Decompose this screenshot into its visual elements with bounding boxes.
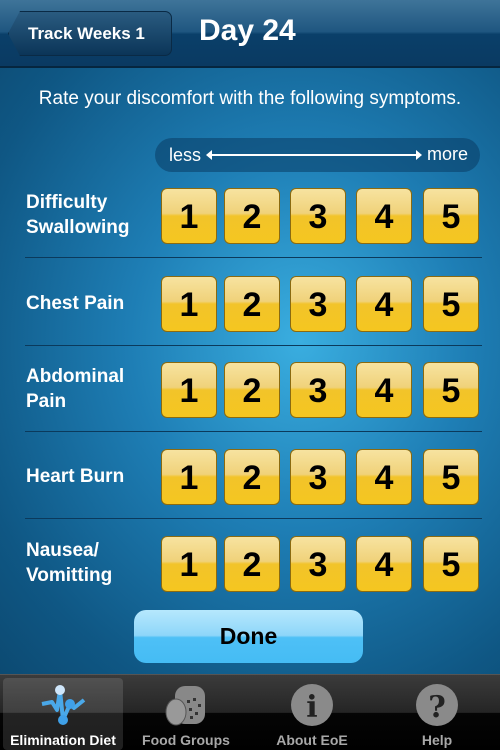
rating-button-4[interactable]: 4	[356, 449, 412, 505]
symptom-label: Difficulty Swallowing	[26, 192, 130, 238]
rating-button-5[interactable]: 5	[423, 536, 479, 592]
rating-button-4[interactable]: 4	[356, 188, 412, 244]
scale-more-label: more	[426, 144, 468, 164]
rating-button-1[interactable]: 1	[161, 188, 217, 244]
row-divider	[25, 431, 482, 432]
done-button[interactable]: Done	[134, 610, 363, 663]
symptom-label: Heart Burn	[26, 465, 125, 487]
instruction-text: Rate your discomfort with the following …	[38, 88, 462, 109]
rating-button-3[interactable]: 3	[290, 276, 346, 332]
chart-line-icon	[41, 685, 86, 725]
tab-about-eoe[interactable]: i About EoE	[252, 678, 372, 750]
symptom-row: Heart Burn 1 2 3 4 5	[0, 433, 500, 519]
symptom-label: Chest Pain	[26, 292, 125, 314]
rating-button-1[interactable]: 1	[161, 536, 217, 592]
back-button[interactable]: Track Weeks 1	[8, 11, 172, 56]
page-title: Day 24	[199, 14, 296, 47]
symptom-row: Abdominal Pain 1 2 3 4 5	[0, 346, 500, 432]
rating-button-4[interactable]: 4	[356, 276, 412, 332]
row-divider	[25, 518, 482, 519]
tab-bar: Elimination Diet Food Groups i About EoE…	[0, 674, 500, 750]
info-icon: i	[291, 684, 333, 726]
rating-button-5[interactable]: 5	[423, 188, 479, 244]
rating-button-2[interactable]: 2	[224, 362, 280, 418]
svg-text:i: i	[306, 690, 317, 725]
rating-button-5[interactable]: 5	[423, 362, 479, 418]
bread-icon	[165, 686, 205, 726]
rating-button-1[interactable]: 1	[161, 362, 217, 418]
navigation-bar: Track Weeks 1 Day 24	[0, 0, 500, 68]
svg-text:?: ?	[428, 690, 446, 725]
double-arrow-icon	[206, 150, 422, 160]
rating-button-5[interactable]: 5	[423, 276, 479, 332]
rating-button-4[interactable]: 4	[356, 362, 412, 418]
scale-less-label: less	[169, 145, 202, 165]
symptom-row: Difficulty Swallowing 1 2 3 4 5	[0, 172, 500, 258]
rating-button-3[interactable]: 3	[290, 449, 346, 505]
rating-button-3[interactable]: 3	[290, 536, 346, 592]
row-divider	[25, 257, 482, 258]
tab-food-groups[interactable]: Food Groups	[126, 678, 246, 750]
symptom-label: Nausea/ Vomitting	[26, 540, 113, 586]
rating-button-5[interactable]: 5	[423, 449, 479, 505]
rating-button-2[interactable]: 2	[224, 276, 280, 332]
rating-button-2[interactable]: 2	[224, 188, 280, 244]
tab-help[interactable]: ? Help	[377, 678, 497, 750]
symptom-row: Chest Pain 1 2 3 4 5	[0, 260, 500, 346]
scale-legend: less more	[155, 138, 480, 172]
tab-elimination-diet[interactable]: Elimination Diet	[3, 678, 123, 750]
symptom-row: Nausea/ Vomitting 1 2 3 4 5	[0, 520, 500, 606]
symptom-label: Abdominal Pain	[26, 366, 125, 412]
rating-button-3[interactable]: 3	[290, 188, 346, 244]
rating-button-3[interactable]: 3	[290, 362, 346, 418]
rating-panel: Rate your discomfort with the following …	[0, 68, 500, 674]
rating-button-2[interactable]: 2	[224, 536, 280, 592]
rating-button-2[interactable]: 2	[224, 449, 280, 505]
rating-button-1[interactable]: 1	[161, 449, 217, 505]
rating-button-4[interactable]: 4	[356, 536, 412, 592]
help-icon: ?	[416, 684, 458, 726]
rating-button-1[interactable]: 1	[161, 276, 217, 332]
